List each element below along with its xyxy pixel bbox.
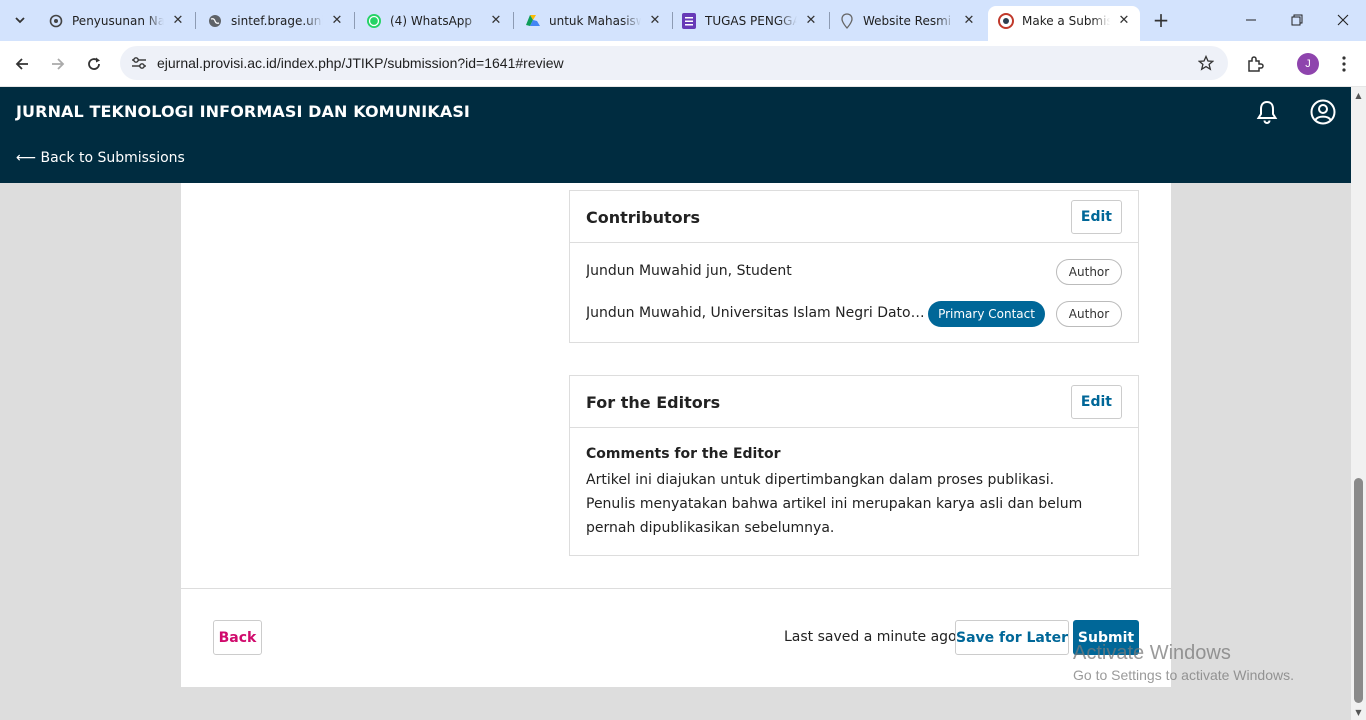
close-icon[interactable]: ✕	[170, 13, 186, 29]
close-icon[interactable]: ✕	[803, 13, 819, 29]
user-account-icon[interactable]	[1310, 99, 1336, 125]
window-close-icon[interactable]	[1320, 0, 1366, 40]
tab-title: untuk Mahasisw	[549, 13, 641, 28]
card-title: For the Editors	[586, 393, 721, 412]
tab-title: Make a Submissi	[1022, 13, 1110, 28]
browser-tab[interactable]: untuk Mahasisw ✕	[515, 6, 671, 35]
notification-bell-icon[interactable]	[1254, 99, 1280, 125]
browser-tab[interactable]: TUGAS PENGGA ✕	[671, 6, 827, 35]
watermark-line2: Go to Settings to activate Windows.	[1073, 667, 1294, 683]
back-button[interactable]: Back	[213, 620, 262, 655]
watermark-line1: Activate Windows	[1073, 642, 1231, 664]
card-header: For the Editors Edit	[570, 376, 1138, 428]
scrollbar-thumb[interactable]	[1354, 478, 1363, 703]
site-settings-icon[interactable]	[128, 52, 150, 74]
minimize-icon[interactable]	[1228, 0, 1274, 40]
profile-avatar[interactable]: J	[1293, 49, 1323, 79]
url-text: ejurnal.provisi.ac.id/index.php/JTIKP/su…	[157, 55, 564, 71]
restore-icon[interactable]	[1274, 0, 1320, 40]
primary-contact-badge: Primary Contact	[928, 301, 1045, 327]
openai-icon	[48, 13, 64, 29]
bookmark-star-icon[interactable]	[1196, 53, 1216, 73]
edit-contributors-button[interactable]: Edit	[1070, 200, 1122, 234]
comments-text: Artikel ini diajukan untuk dipertimbangk…	[586, 472, 1083, 536]
map-pin-icon	[839, 12, 855, 29]
contributor-name: Jundun Muwahid, Universitas Islam Negri …	[586, 305, 926, 321]
back-arrow-icon[interactable]	[6, 48, 38, 80]
reload-icon[interactable]	[78, 48, 110, 80]
back-to-submissions-link[interactable]: ⟵ Back to Submissions	[16, 150, 185, 166]
profile-initial: J	[1297, 53, 1319, 75]
scroll-down-arrow-icon[interactable]: ▼	[1351, 706, 1366, 718]
contributors-card: Contributors Edit Jundun Muwahid jun, St…	[569, 190, 1139, 343]
tab-separator	[195, 12, 196, 29]
contributor-row: Jundun Muwahid jun, Student	[586, 258, 1122, 284]
google-drive-icon	[525, 13, 541, 29]
browser-tab[interactable]: (4) WhatsApp ✕	[356, 6, 512, 35]
new-tab-icon[interactable]: +	[1149, 8, 1173, 32]
tab-search-dropdown-icon[interactable]	[8, 8, 32, 32]
close-icon[interactable]: ✕	[488, 13, 504, 29]
contributor-name: Jundun Muwahid jun, Student	[586, 263, 792, 279]
card-header: Contributors Edit	[570, 191, 1138, 243]
tab-title: (4) WhatsApp	[390, 13, 473, 28]
browser-tab[interactable]: Website Resmi P ✕	[829, 6, 985, 35]
forward-arrow-icon[interactable]	[42, 48, 74, 80]
address-bar[interactable]: ejurnal.provisi.ac.id/index.php/JTIKP/su…	[120, 46, 1228, 80]
comments-heading: Comments for the Editor	[586, 446, 781, 462]
for-the-editors-card: For the Editors Edit Comments for the Ed…	[569, 375, 1139, 556]
extensions-puzzle-icon[interactable]	[1240, 49, 1270, 79]
edit-editors-button[interactable]: Edit	[1070, 385, 1122, 419]
tab-separator	[513, 12, 514, 29]
last-saved-status: Last saved a minute ago	[784, 629, 957, 645]
forms-icon	[681, 12, 697, 29]
globe-icon	[207, 13, 223, 29]
whatsapp-icon	[366, 13, 382, 29]
save-for-later-button[interactable]: Save for Later	[955, 620, 1069, 655]
tab-title: Website Resmi P	[863, 13, 955, 28]
page-scrollbar[interactable]: ▲ ▼	[1351, 87, 1366, 720]
ojs-icon	[998, 12, 1014, 29]
browser-tab[interactable]: sintef.brage.unit ✕	[197, 6, 353, 35]
activate-windows-watermark: Activate Windows Go to Settings to activ…	[1073, 642, 1294, 683]
tab-title: Penyusunan Nam	[72, 13, 164, 28]
scroll-up-arrow-icon[interactable]: ▲	[1351, 89, 1366, 101]
role-badge: Author	[1056, 301, 1122, 327]
browser-tab-active[interactable]: Make a Submissi ✕	[988, 6, 1140, 41]
role-badge: Author	[1056, 259, 1122, 285]
tab-separator	[354, 12, 355, 29]
close-icon[interactable]: ✕	[961, 13, 977, 29]
tab-title: sintef.brage.unit	[231, 13, 323, 28]
close-icon[interactable]: ✕	[647, 13, 663, 29]
close-icon[interactable]: ✕	[329, 13, 345, 29]
close-icon[interactable]: ✕	[1116, 13, 1132, 29]
card-title: Contributors	[586, 208, 701, 227]
tab-title: TUGAS PENGGA	[705, 13, 797, 28]
browser-tab[interactable]: Penyusunan Nam ✕	[38, 6, 194, 35]
app-header: JURNAL TEKNOLOGI INFORMASI DAN KOMUNIKAS…	[0, 87, 1351, 183]
browser-toolbar: ejurnal.provisi.ac.id/index.php/JTIKP/su…	[0, 41, 1366, 87]
browser-menu-icon[interactable]	[1329, 49, 1359, 79]
browser-tab-strip: Penyusunan Nam ✕ sintef.brage.unit ✕ (4)…	[0, 0, 1366, 41]
journal-title[interactable]: JURNAL TEKNOLOGI INFORMASI DAN KOMUNIKAS…	[16, 102, 470, 121]
footer-divider	[181, 588, 1171, 589]
